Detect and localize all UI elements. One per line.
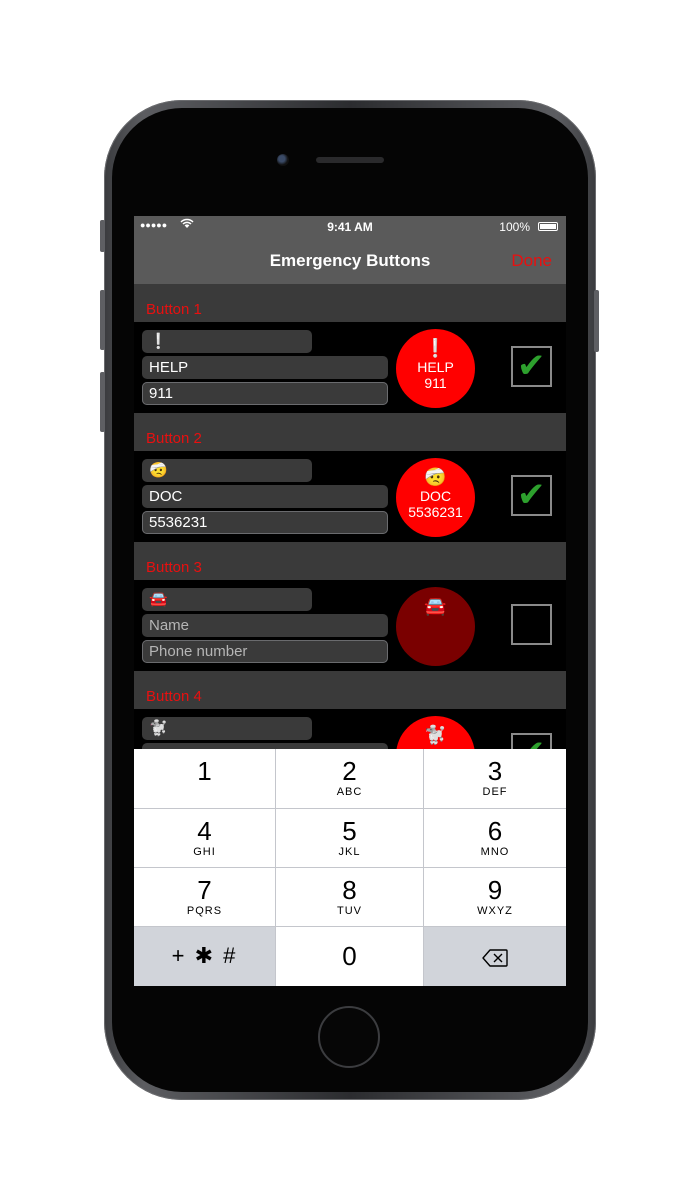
- symbols-key[interactable]: + ✱ #: [134, 927, 275, 986]
- key-8[interactable]: 8 TUV: [276, 868, 423, 926]
- preview-emoji: ❕: [424, 338, 447, 358]
- page-title: Emergency Buttons: [269, 251, 431, 270]
- section-header-button-3: Button 3: [134, 542, 566, 580]
- key-digit: 9: [487, 875, 503, 905]
- key-digit: 3: [487, 756, 503, 786]
- volume-down-button: [100, 372, 105, 432]
- key-0[interactable]: 0: [276, 927, 423, 986]
- section-header-label: Button 4: [146, 688, 202, 705]
- battery-percentage: 100%: [499, 220, 530, 234]
- name-field[interactable]: DOC: [142, 485, 388, 508]
- earpiece-speaker: [316, 157, 384, 163]
- done-button[interactable]: Done: [511, 251, 552, 271]
- delete-icon: [424, 927, 566, 985]
- front-camera: [277, 154, 289, 166]
- emoji-field[interactable]: 🤕: [142, 459, 312, 482]
- preview-phone: 5536231: [408, 504, 463, 520]
- key-3[interactable]: 3 DEF: [424, 749, 566, 807]
- preview-name: DOC: [419, 488, 452, 504]
- key-letters: WXYZ: [477, 905, 513, 917]
- symbols-label: + ✱ #: [171, 943, 238, 968]
- phone-number-field[interactable]: 911: [142, 382, 388, 405]
- home-button[interactable]: [318, 1006, 380, 1068]
- emergency-button-preview[interactable]: 🤕 DOC 5536231: [396, 458, 475, 537]
- section-header-label: Button 3: [146, 559, 202, 576]
- preview-name: HELP: [417, 359, 454, 375]
- key-6[interactable]: 6 MNO: [424, 809, 566, 867]
- status-bar: ●●●●● 9:41 AM 100%: [134, 216, 566, 238]
- button-row-3: 🚘 Name Phone number 🚘: [134, 580, 566, 671]
- key-letters: ABC: [336, 786, 363, 798]
- keypad-divider: [134, 808, 566, 809]
- phone-number-field[interactable]: 5536231: [142, 511, 388, 534]
- mute-switch: [100, 220, 105, 252]
- key-digit: 2: [342, 756, 357, 786]
- key-digit: 8: [342, 875, 357, 905]
- section-header-label: Button 1: [146, 301, 202, 318]
- volume-up-button: [100, 290, 105, 350]
- button-row-1: ❕ HELP 911 ❕ HELP 911 ✔: [134, 322, 566, 413]
- section-header-label: Button 2: [146, 430, 202, 447]
- key-9[interactable]: 9 WXYZ: [424, 868, 566, 926]
- keypad-divider: [134, 867, 566, 868]
- preview-phone: 911: [424, 375, 447, 391]
- section-header-button-1: Button 1: [134, 284, 566, 322]
- emoji-field[interactable]: 🐩: [142, 717, 312, 740]
- preview-emoji: 🐩: [424, 725, 447, 745]
- name-field[interactable]: HELP: [142, 356, 388, 379]
- battery-icon: [538, 222, 558, 231]
- navigation-bar: Emergency Buttons Done: [134, 238, 566, 284]
- key-7[interactable]: 7 PQRS: [134, 868, 275, 926]
- keypad-divider: [134, 926, 566, 927]
- key-4[interactable]: 4 GHI: [134, 809, 275, 867]
- key-1[interactable]: 1: [134, 749, 275, 807]
- preview-emoji: 🤕: [424, 467, 447, 487]
- key-letters: TUV: [337, 905, 362, 917]
- key-digit: 5: [342, 816, 357, 846]
- key-letters: MNO: [480, 846, 510, 858]
- emergency-button-preview[interactable]: ❕ HELP 911: [396, 329, 475, 408]
- key-letters: GHI: [193, 846, 216, 858]
- name-field[interactable]: Name: [142, 614, 388, 637]
- keypad-divider: [275, 749, 276, 986]
- key-digit: 6: [487, 816, 503, 846]
- checkmark-icon: ✔: [517, 476, 546, 514]
- key-5[interactable]: 5 JKL: [276, 809, 423, 867]
- preview-emoji: 🚘: [424, 596, 447, 616]
- key-digit: 1: [197, 756, 212, 786]
- power-button: [594, 290, 599, 352]
- enable-checkbox[interactable]: ✔: [511, 475, 552, 516]
- key-digit: 0: [342, 941, 357, 971]
- emergency-button-preview[interactable]: 🚘: [396, 587, 475, 666]
- key-digit: 7: [197, 875, 212, 905]
- key-letters: PQRS: [186, 905, 223, 917]
- key-2[interactable]: 2 ABC: [276, 749, 423, 807]
- checkmark-icon: ✔: [517, 347, 546, 385]
- key-letters: JKL: [338, 846, 361, 858]
- key-digit: 4: [197, 816, 212, 846]
- section-header-button-2: Button 2: [134, 413, 566, 451]
- key-letters: DEF: [482, 786, 508, 798]
- emoji-field[interactable]: 🚘: [142, 588, 312, 611]
- screen: ●●●●● 9:41 AM 100% Emergency Buttons Don…: [134, 216, 566, 986]
- enable-checkbox[interactable]: ✔: [511, 346, 552, 387]
- button-row-2: 🤕 DOC 5536231 🤕 DOC 5536231 ✔: [134, 451, 566, 542]
- enable-checkbox[interactable]: [511, 604, 552, 645]
- emoji-field[interactable]: ❕: [142, 330, 312, 353]
- section-header-button-4: Button 4: [134, 671, 566, 709]
- phone-number-field[interactable]: Phone number: [142, 640, 388, 663]
- numeric-keypad: 1 2 ABC 3 DEF 4 GHI 5 JKL 6 MNO 7 PQRS 8: [134, 749, 566, 986]
- delete-key[interactable]: [424, 927, 566, 986]
- keypad-divider: [423, 749, 424, 986]
